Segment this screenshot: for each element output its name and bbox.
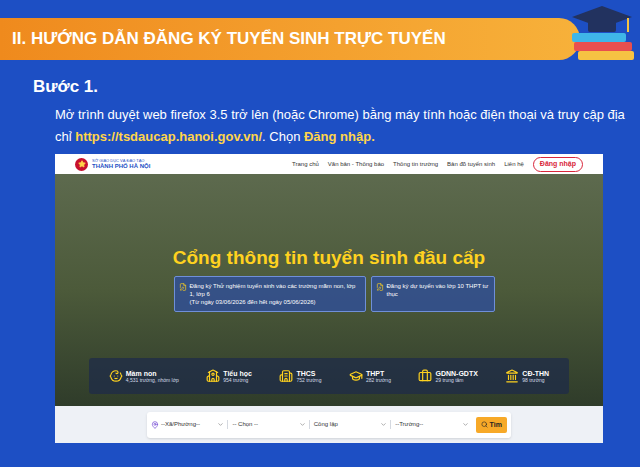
nav: Trang chủ Văn bản - Thông báo Thông tin tr… bbox=[292, 157, 583, 172]
search-select[interactable]: --Xã/Phường-- bbox=[151, 420, 228, 429]
search-bar: --Xã/Phường-- -- Chọn -- Công lập --Trường-… bbox=[147, 412, 511, 438]
step: Bước 1. Mở trình duyệt web firefox 3.5 tr… bbox=[0, 60, 640, 148]
banner-title: II. HƯỚNG DẪN ĐĂNG KÝ TUYỂN SINH TRỰC TU… bbox=[12, 28, 446, 49]
category-icon bbox=[418, 369, 432, 383]
search-strip: --Xã/Phường-- -- Chọn -- Công lập --Trường-… bbox=[55, 406, 603, 443]
chevron-icon bbox=[462, 421, 469, 428]
category-item[interactable]: Mầm non4,531 trường, nhóm lớp bbox=[109, 369, 179, 383]
org-name: SỞ GIÁO DỤC VÀ ĐÀO TẠOTHÀNH PHỐ HÀ NỘI bbox=[92, 159, 150, 169]
search-icon bbox=[481, 421, 488, 428]
login-button[interactable]: Đăng nhập bbox=[533, 157, 583, 172]
banner: II. HƯỚNG DẪN ĐĂNG KÝ TUYỂN SINH TRỰC TU… bbox=[0, 18, 580, 60]
nav-item[interactable]: Trang chủ bbox=[292, 160, 319, 169]
nav-item[interactable]: Liên hệ bbox=[504, 160, 524, 169]
plain-text: . Chọn bbox=[262, 129, 304, 144]
category-icon bbox=[109, 369, 123, 383]
category-item[interactable]: GDNN-GDTX29 trung tâm bbox=[418, 369, 477, 383]
search-select[interactable]: -- Chọn -- bbox=[232, 420, 309, 429]
nav-item[interactable]: Bản đồ tuyển sinh bbox=[447, 160, 495, 169]
category-item[interactable]: Tiểu học954 trường bbox=[206, 369, 252, 383]
site-header: SỞ GIÁO DỤC VÀ ĐÀO TẠOTHÀNH PHỐ HÀ NỘI Tr… bbox=[55, 154, 603, 174]
website-screenshot: SỞ GIÁO DỤC VÀ ĐÀO TẠOTHÀNH PHỐ HÀ NỘI Tr… bbox=[55, 154, 603, 443]
slide: II. HƯỚNG DẪN ĐĂNG KÝ TUYỂN SINH TRỰC TU… bbox=[0, 0, 640, 467]
logo-icon bbox=[75, 158, 88, 171]
category-icon bbox=[279, 369, 293, 383]
graduation-books-icon bbox=[566, 2, 638, 64]
form-icon bbox=[376, 283, 384, 291]
category-item[interactable]: THCS752 trường bbox=[279, 369, 321, 383]
chevron-icon bbox=[299, 421, 306, 428]
register-card[interactable]: Đăng ký Thử nghiệm tuyển sinh vào các tr… bbox=[174, 276, 366, 312]
star-icon bbox=[78, 160, 86, 168]
highlight-text: https://tsdaucap.hanoi.gov.vn/ bbox=[75, 129, 262, 144]
location-icon bbox=[151, 421, 159, 429]
nav-item[interactable]: Thông tin trường bbox=[393, 160, 438, 169]
highlight-text: Đăng nhập. bbox=[304, 129, 375, 144]
category-icon bbox=[505, 369, 519, 383]
hero: Cổng thông tin tuyển sinh đầu cấp Đăng ký… bbox=[55, 174, 603, 406]
step-text: Mở trình duyệt web firefox 3.5 trở lên (… bbox=[33, 104, 632, 148]
chevron-icon bbox=[380, 421, 387, 428]
search-select[interactable]: --Trường-- bbox=[395, 420, 471, 429]
hero-title: Cổng thông tin tuyển sinh đầu cấp bbox=[173, 246, 485, 270]
hero-cards: Đăng ký Thử nghiệm tuyển sinh vào các tr… bbox=[174, 276, 495, 312]
search-select[interactable]: Công lập bbox=[314, 420, 391, 429]
category-icon bbox=[206, 369, 220, 383]
nav-item[interactable]: Văn bản - Thông báo bbox=[328, 160, 384, 169]
category-item[interactable]: CĐ-THN98 trường bbox=[505, 369, 549, 383]
category-icon bbox=[349, 369, 363, 383]
chevron-icon bbox=[217, 421, 224, 428]
form-icon bbox=[179, 283, 187, 291]
category-bar: Mầm non4,531 trường, nhóm lớp Tiểu học954… bbox=[89, 358, 569, 394]
register-card[interactable]: Đăng ký dự tuyển vào lớp 10 THPT tư thục bbox=[371, 276, 495, 312]
search-button[interactable]: Tìm bbox=[476, 417, 507, 434]
step-title: Bước 1. bbox=[33, 76, 632, 97]
category-item[interactable]: THPT282 trường bbox=[349, 369, 391, 383]
